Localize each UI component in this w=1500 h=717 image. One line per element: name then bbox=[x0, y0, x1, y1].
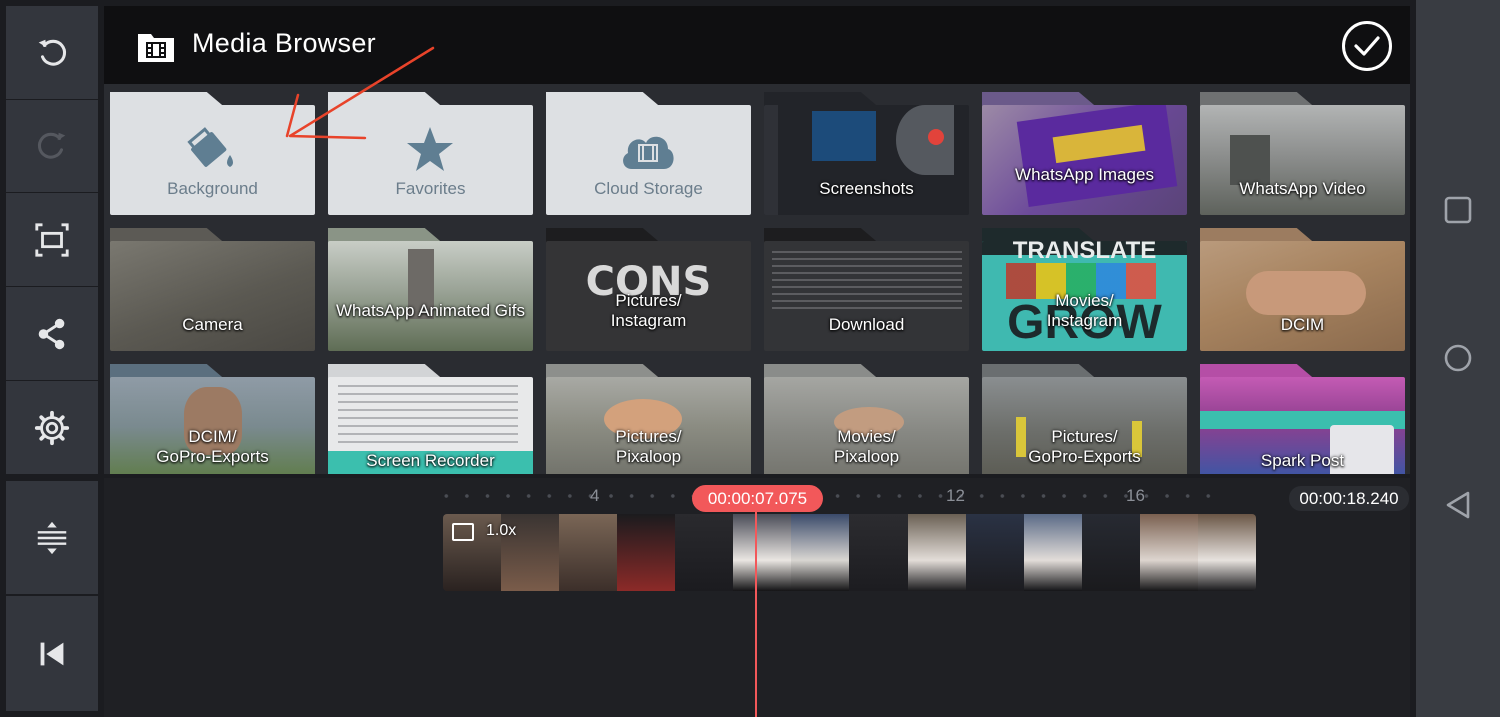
folder-label: Pictures/ Pixaloop bbox=[615, 427, 682, 466]
folder-label: DCIM/ GoPro-Exports bbox=[156, 427, 269, 466]
folder-label: Movies/ Pixaloop bbox=[833, 427, 900, 466]
ruler-label: 12 bbox=[946, 486, 965, 505]
folder-download[interactable]: Download bbox=[764, 228, 969, 352]
android-nav-bar bbox=[1416, 0, 1500, 717]
media-browser-panel: Media Browser Background Favorites Cloud… bbox=[104, 6, 1410, 474]
thumbnail bbox=[1230, 135, 1270, 185]
folder-pictures-pixaloop[interactable]: Pictures/ Pixaloop bbox=[546, 364, 751, 474]
folder-camera[interactable]: Camera bbox=[110, 228, 315, 352]
timeline-resize-button[interactable] bbox=[6, 481, 98, 594]
star-icon bbox=[407, 127, 453, 171]
ruler-label: 16 bbox=[1126, 486, 1145, 505]
folder-whatsapp-images[interactable]: WhatsApp Images bbox=[982, 92, 1187, 216]
timeline[interactable]: 4 12 16 1.0x 00:00:07.075 00:00:18.240 bbox=[104, 478, 1410, 717]
folder-movies-instagram[interactable]: TRANSLATE GROW Movies/ Instagram bbox=[982, 228, 1187, 352]
folder-movies-pixaloop[interactable]: Movies/ Pixaloop bbox=[764, 364, 969, 474]
folder-label: Pictures/ Instagram bbox=[610, 291, 687, 330]
folder-screenshots[interactable]: Screenshots bbox=[764, 92, 969, 216]
clip-frame bbox=[675, 514, 734, 591]
folder-label: Cloud Storage bbox=[594, 179, 703, 198]
folder-label: Screenshots bbox=[819, 179, 914, 198]
timeline-ruler bbox=[436, 494, 1216, 498]
redo-button[interactable] bbox=[6, 100, 98, 192]
folder-label: Pictures/ GoPro-Exports bbox=[1028, 427, 1141, 466]
folder-whatsapp-animated-gifs[interactable]: WhatsApp Animated Gifs bbox=[328, 228, 533, 352]
folder-dcim[interactable]: DCIM bbox=[1200, 228, 1405, 352]
confirm-button[interactable] bbox=[1342, 21, 1392, 71]
clip-frame bbox=[1023, 514, 1082, 591]
folder-whatsapp-video[interactable]: WhatsApp Video bbox=[1200, 92, 1405, 216]
clip-frame bbox=[1139, 514, 1198, 591]
aspect-ratio-button[interactable] bbox=[6, 193, 98, 286]
folder-grid: Background Favorites Cloud Storage Scree… bbox=[104, 90, 1410, 474]
timeline-resize-icon bbox=[37, 521, 67, 554]
thumbnail-text: TRANSLATE bbox=[1012, 241, 1157, 264]
clip-frame bbox=[1081, 514, 1140, 591]
share-icon bbox=[38, 318, 65, 349]
folder-spark-post[interactable]: Spark Post bbox=[1200, 364, 1405, 474]
folder-screen-recorder[interactable]: Screen Recorder bbox=[328, 364, 533, 474]
clip-frame bbox=[1197, 514, 1256, 591]
folder-label: Spark Post bbox=[1260, 451, 1345, 470]
clip-frame bbox=[733, 514, 792, 591]
back-triangle-icon bbox=[1446, 491, 1470, 519]
folder-label: Download bbox=[828, 315, 905, 334]
thumbnail bbox=[338, 385, 518, 445]
recents-button[interactable] bbox=[1416, 196, 1500, 224]
clip-speed-label: 1.0x bbox=[486, 522, 517, 539]
clip-frame bbox=[617, 514, 676, 591]
clip-frame bbox=[965, 514, 1024, 591]
skip-to-start-button[interactable] bbox=[6, 596, 98, 711]
settings-gear-icon bbox=[34, 410, 70, 445]
film-folder-icon bbox=[138, 34, 174, 62]
settings-button[interactable] bbox=[6, 381, 98, 474]
media-browser-header: Media Browser bbox=[104, 6, 1410, 84]
folder-background[interactable]: Background bbox=[110, 92, 315, 216]
folder-label: DCIM bbox=[1280, 315, 1325, 334]
folder-cloud-storage[interactable]: Cloud Storage bbox=[546, 92, 751, 216]
thumbnail bbox=[772, 251, 962, 313]
clip-frame bbox=[791, 514, 850, 591]
folder-label: Camera bbox=[182, 315, 243, 334]
folder-label: Background bbox=[167, 179, 258, 198]
folder-label: WhatsApp Video bbox=[1239, 179, 1366, 198]
check-circle-icon bbox=[1354, 36, 1380, 56]
kinemaster-app: Media Browser Background Favorites Cloud… bbox=[0, 0, 1500, 717]
folder-label: Favorites bbox=[395, 179, 466, 198]
playhead-line[interactable] bbox=[755, 508, 757, 717]
aspect-ratio-icon bbox=[35, 222, 69, 257]
film-strip-icon bbox=[452, 523, 474, 541]
paint-bucket-icon bbox=[187, 127, 233, 167]
home-button[interactable] bbox=[1416, 343, 1500, 373]
current-time-badge[interactable]: 00:00:07.075 bbox=[692, 485, 823, 512]
folder-label: WhatsApp Images bbox=[1015, 165, 1154, 184]
folder-label: Screen Recorder bbox=[366, 451, 495, 470]
undo-icon bbox=[38, 39, 67, 66]
folder-label: WhatsApp Animated Gifs bbox=[336, 301, 525, 320]
skip-to-start-icon bbox=[40, 642, 64, 665]
clip-frame bbox=[559, 514, 618, 591]
redo-icon bbox=[37, 132, 66, 159]
thumbnail bbox=[896, 105, 954, 175]
total-time-badge: 00:00:18.240 bbox=[1289, 486, 1409, 511]
clip-frame bbox=[849, 514, 908, 591]
page-title: Media Browser bbox=[192, 28, 376, 58]
folder-pictures-instagram[interactable]: CONS Pictures/ Instagram bbox=[546, 228, 751, 352]
back-button[interactable] bbox=[1416, 490, 1500, 520]
folder-favorites[interactable]: Favorites bbox=[328, 92, 533, 216]
folder-label: Movies/ Instagram bbox=[1046, 291, 1123, 330]
recents-square-icon bbox=[1444, 196, 1472, 224]
clip-frame bbox=[907, 514, 966, 591]
share-button[interactable] bbox=[6, 287, 98, 380]
ruler-label: 4 bbox=[590, 486, 600, 505]
folder-dcim-gopro-exports[interactable]: DCIM/ GoPro-Exports bbox=[110, 364, 315, 474]
folder-pictures-gopro-exports[interactable]: Pictures/ GoPro-Exports bbox=[982, 364, 1187, 474]
cloud-film-icon bbox=[623, 136, 674, 169]
undo-button[interactable] bbox=[6, 6, 98, 99]
home-circle-icon bbox=[1444, 344, 1472, 372]
thumbnail bbox=[928, 129, 944, 145]
video-clip[interactable]: 1.0x bbox=[443, 514, 1256, 591]
thumbnail bbox=[812, 111, 876, 161]
thumbnail bbox=[1246, 271, 1366, 315]
